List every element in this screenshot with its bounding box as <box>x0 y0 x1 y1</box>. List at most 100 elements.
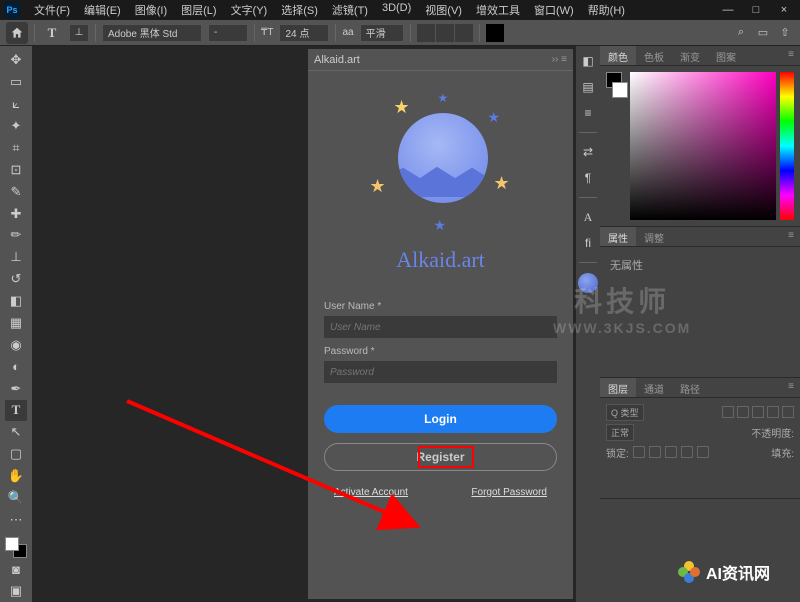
filter-icon[interactable] <box>782 406 794 418</box>
lock-icon[interactable] <box>649 446 661 458</box>
quickmask-tool[interactable]: ◙ <box>5 559 27 580</box>
panel-menu-icon[interactable]: ≡ <box>782 46 800 65</box>
close-button[interactable]: × <box>772 2 796 18</box>
wand-tool[interactable]: ✦ <box>5 116 27 137</box>
shape-tool[interactable]: ▢ <box>5 444 27 465</box>
tab-swatches[interactable]: 色板 <box>636 46 672 65</box>
fg-bg-swatch[interactable] <box>606 72 626 220</box>
panel-menu-icon[interactable]: ≡ <box>782 227 800 246</box>
menu-view[interactable]: 视图(V) <box>419 0 468 20</box>
tab-color[interactable]: 颜色 <box>600 46 636 65</box>
font-style-dropdown[interactable]: - <box>208 24 248 42</box>
username-input[interactable] <box>324 316 557 338</box>
layer-filter-dropdown[interactable]: Q 类型 <box>606 404 644 421</box>
hue-slider[interactable] <box>780 72 794 220</box>
menu-type[interactable]: 文字(Y) <box>225 0 274 20</box>
lock-icon[interactable] <box>665 446 677 458</box>
dock-icon[interactable]: ¶ <box>579 169 597 187</box>
maximize-button[interactable]: □ <box>744 2 768 18</box>
lock-icon[interactable] <box>633 446 645 458</box>
home-button[interactable] <box>6 22 28 44</box>
type-orientation-toggle[interactable]: ⊥ <box>69 24 89 42</box>
panel-collapse-icon[interactable]: ›› ≡ <box>552 54 567 65</box>
search-icon[interactable]: ⌕ <box>732 24 750 42</box>
zoom-tool[interactable]: 🔍 <box>5 488 27 509</box>
tab-channels[interactable]: 通道 <box>636 378 672 397</box>
minimize-button[interactable]: — <box>716 2 740 18</box>
crop-tool[interactable]: ⌗ <box>5 138 27 159</box>
filter-icon[interactable] <box>752 406 764 418</box>
tab-layers[interactable]: 图层 <box>600 378 636 397</box>
properties-panel: 属性 调整 ≡ 无属性 <box>600 227 800 378</box>
eyedropper-tool[interactable]: ✎ <box>5 181 27 202</box>
hand-tool[interactable]: ✋ <box>5 466 27 487</box>
history-brush-tool[interactable]: ↺ <box>5 269 27 290</box>
font-size-dropdown[interactable]: 24 点 <box>279 24 329 42</box>
dock-icon[interactable]: ◧ <box>579 52 597 70</box>
lasso-tool[interactable]: ⟀ <box>5 94 27 115</box>
tab-gradients[interactable]: 渐变 <box>672 46 708 65</box>
tab-paths[interactable]: 路径 <box>672 378 708 397</box>
menu-layer[interactable]: 图层(L) <box>175 0 222 20</box>
menu-edit[interactable]: 编辑(E) <box>78 0 127 20</box>
dock-icon[interactable]: fi <box>579 234 597 252</box>
tab-properties[interactable]: 属性 <box>600 227 636 246</box>
antialias-dropdown[interactable]: 平滑 <box>360 24 404 42</box>
auth-links: Activate Account Forgot Password <box>324 487 557 498</box>
pen-tool[interactable]: ✒ <box>5 378 27 399</box>
dock-icon[interactable]: ≡ <box>579 104 597 122</box>
filter-icon[interactable] <box>767 406 779 418</box>
blur-tool[interactable]: ◉ <box>5 334 27 355</box>
password-input[interactable] <box>324 361 557 383</box>
panel-menu-icon[interactable]: ≡ <box>782 378 800 397</box>
menu-file[interactable]: 文件(F) <box>28 0 76 20</box>
tab-adjustments[interactable]: 调整 <box>636 227 672 246</box>
login-button[interactable]: Login <box>324 405 557 433</box>
eraser-tool[interactable]: ◧ <box>5 291 27 312</box>
menu-select[interactable]: 选择(S) <box>275 0 324 20</box>
forgot-password-link[interactable]: Forgot Password <box>471 487 547 498</box>
dock-icon[interactable]: ▤ <box>579 78 597 96</box>
marquee-tool[interactable]: ▭ <box>5 72 27 93</box>
menu-window[interactable]: 窗口(W) <box>528 0 580 20</box>
type-tool[interactable]: T <box>5 400 27 421</box>
menu-image[interactable]: 图像(I) <box>129 0 173 20</box>
text-color-swatch[interactable] <box>486 24 504 42</box>
more-tools[interactable]: ⋯ <box>5 509 27 530</box>
activate-account-link[interactable]: Activate Account <box>334 487 408 498</box>
foreground-background-swatch[interactable] <box>5 537 27 558</box>
dodge-tool[interactable]: ◐ <box>5 356 27 377</box>
color-picker[interactable] <box>630 72 776 220</box>
brush-tool[interactable]: ✏ <box>5 225 27 246</box>
blend-mode-dropdown[interactable]: 正常 <box>606 424 634 441</box>
workspace-icon[interactable]: ▭ <box>754 24 772 42</box>
menu-plugins[interactable]: 增效工具 <box>470 0 526 20</box>
lock-icon[interactable] <box>697 446 709 458</box>
screenmode-tool[interactable]: ▣ <box>5 581 27 602</box>
healing-tool[interactable]: ✚ <box>5 203 27 224</box>
menu-3d[interactable]: 3D(D) <box>376 0 417 20</box>
filter-icon[interactable] <box>737 406 749 418</box>
dock-icon[interactable]: A <box>579 208 597 226</box>
font-family-dropdown[interactable]: Adobe 黑体 Std <box>102 24 202 42</box>
path-tool[interactable]: ↖ <box>5 422 27 443</box>
stamp-tool[interactable]: ⊥ <box>5 247 27 268</box>
lock-icon[interactable] <box>681 446 693 458</box>
align-center-button[interactable] <box>436 24 454 42</box>
fill-label: 填充: <box>771 445 794 460</box>
register-button[interactable]: Register <box>324 443 557 471</box>
align-right-button[interactable] <box>455 24 473 42</box>
share-icon[interactable]: ⇧ <box>776 24 794 42</box>
menu-filter[interactable]: 滤镜(T) <box>326 0 374 20</box>
separator <box>254 24 255 42</box>
menu-help[interactable]: 帮助(H) <box>582 0 631 20</box>
filter-icon[interactable] <box>722 406 734 418</box>
dock-icon[interactable]: ⇄ <box>579 143 597 161</box>
move-tool[interactable]: ✥ <box>5 50 27 71</box>
frame-tool[interactable]: ⊡ <box>5 159 27 180</box>
alkaid-dock-icon[interactable] <box>578 273 598 293</box>
tab-patterns[interactable]: 图案 <box>708 46 744 65</box>
align-left-button[interactable] <box>417 24 435 42</box>
alkaid-panel-title-bar: Alkaid.art ›› ≡ <box>308 49 573 71</box>
gradient-tool[interactable]: ▦ <box>5 313 27 334</box>
